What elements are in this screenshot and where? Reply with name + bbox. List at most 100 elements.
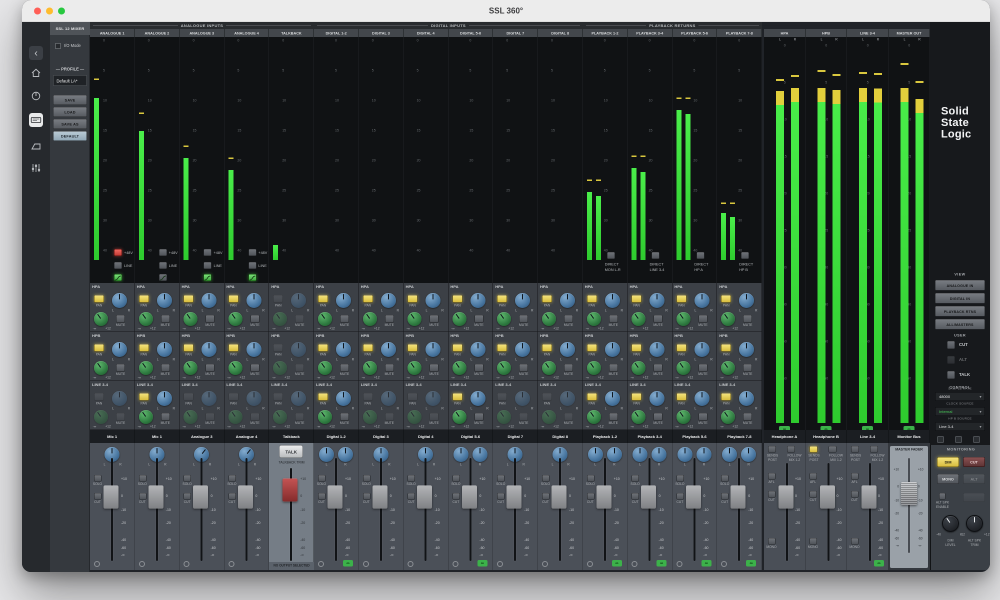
mono-button[interactable] <box>809 538 817 545</box>
line-level-button[interactable] <box>158 262 167 269</box>
mute-button[interactable] <box>384 315 394 323</box>
line-level-button[interactable] <box>203 262 212 269</box>
fader-handle[interactable] <box>596 485 612 509</box>
monitor-cut-button[interactable]: CUT <box>963 457 985 467</box>
pan-knob[interactable] <box>156 342 172 357</box>
mute-button[interactable] <box>384 413 394 421</box>
mute-button[interactable] <box>295 364 305 372</box>
pan-knob[interactable] <box>156 391 172 406</box>
home-icon[interactable] <box>29 66 43 80</box>
pan-knob[interactable] <box>470 293 486 308</box>
faders-icon[interactable] <box>29 161 43 175</box>
talk-button[interactable]: TALK <box>279 445 304 458</box>
pan-enable-button[interactable] <box>676 344 687 352</box>
stereo-link-icon[interactable]: ∞ <box>343 560 353 567</box>
level-knob[interactable] <box>228 361 243 375</box>
mute-button[interactable] <box>743 315 753 323</box>
stereo-link-icon[interactable]: ∞ <box>874 560 884 567</box>
mono-button[interactable] <box>768 538 776 545</box>
pan-knob[interactable] <box>380 293 396 308</box>
follow-mix-button[interactable] <box>787 446 795 453</box>
control-dropdown-sample-rate[interactable]: 48000 ▾ <box>935 392 985 401</box>
channel-pan-knob-right[interactable] <box>338 447 353 462</box>
pan-knob[interactable] <box>246 293 262 308</box>
fader-handle[interactable] <box>372 485 388 509</box>
dial-icon[interactable] <box>29 89 43 103</box>
pan-knob[interactable] <box>515 391 531 406</box>
phantom-power-button[interactable] <box>248 249 257 256</box>
pan-enable-button[interactable] <box>273 295 284 303</box>
mute-button[interactable] <box>340 315 349 323</box>
level-knob[interactable] <box>318 361 332 375</box>
pan-enable-button[interactable] <box>183 393 194 401</box>
level-knob[interactable] <box>452 312 467 326</box>
level-knob[interactable] <box>407 410 422 424</box>
fader-track[interactable] <box>111 458 113 561</box>
channel-options-icon[interactable] <box>676 561 683 567</box>
pan-enable-button[interactable] <box>497 344 508 352</box>
pan-knob[interactable] <box>739 342 755 357</box>
level-knob[interactable] <box>183 312 198 326</box>
level-knob[interactable] <box>273 312 288 326</box>
phantom-power-button[interactable] <box>114 249 122 256</box>
pan-knob[interactable] <box>112 293 127 308</box>
pan-knob[interactable] <box>515 293 531 308</box>
level-knob[interactable] <box>586 361 601 375</box>
cut-button[interactable] <box>851 491 859 498</box>
mono-button[interactable] <box>851 538 859 545</box>
line-level-button[interactable] <box>114 262 122 269</box>
cut-button[interactable] <box>542 493 550 500</box>
level-knob[interactable] <box>452 361 467 375</box>
pan-enable-button[interactable] <box>94 344 104 352</box>
pan-enable-button[interactable] <box>94 393 104 401</box>
pan-enable-button[interactable] <box>676 393 687 401</box>
level-knob[interactable] <box>497 361 512 375</box>
pan-knob[interactable] <box>425 391 441 406</box>
pan-knob[interactable] <box>604 391 620 406</box>
cut-button[interactable] <box>362 493 371 500</box>
mixer-keyboard-icon[interactable] <box>29 113 43 127</box>
cut-button[interactable] <box>138 493 147 500</box>
master-fader-handle[interactable] <box>901 482 917 505</box>
solo-button[interactable] <box>362 475 371 482</box>
mute-button[interactable] <box>205 413 215 421</box>
pan-enable-button[interactable] <box>452 393 463 401</box>
save-button[interactable]: SAVE <box>53 95 87 105</box>
level-knob[interactable] <box>183 361 198 375</box>
talkback-fader-handle[interactable] <box>282 478 298 502</box>
pan-knob[interactable] <box>694 293 710 308</box>
pan-enable-button[interactable] <box>586 295 597 303</box>
fader-track[interactable] <box>335 458 337 561</box>
fader-handle[interactable] <box>237 485 253 509</box>
fader-track[interactable] <box>559 458 561 561</box>
mute-button[interactable] <box>295 413 305 421</box>
cut-button[interactable] <box>586 493 595 500</box>
direct-monitor-button[interactable] <box>651 252 660 259</box>
fader-handle[interactable] <box>148 485 164 509</box>
pan-enable-button[interactable] <box>452 295 463 303</box>
mute-button[interactable] <box>116 413 125 421</box>
pan-enable-button[interactable] <box>721 393 732 401</box>
solo-button[interactable] <box>228 475 236 482</box>
fader-track[interactable] <box>469 458 472 561</box>
level-knob[interactable] <box>94 312 108 326</box>
solo-button[interactable] <box>407 475 416 482</box>
mute-button[interactable] <box>698 364 708 372</box>
panel-icon-3[interactable] <box>973 436 980 443</box>
pan-knob[interactable] <box>380 391 396 406</box>
pan-enable-button[interactable] <box>407 393 418 401</box>
mute-button[interactable] <box>519 315 529 323</box>
channel-pan-knob-right[interactable] <box>741 447 757 462</box>
level-knob[interactable] <box>676 410 691 424</box>
cut-button[interactable] <box>768 491 776 498</box>
pan-enable-button[interactable] <box>273 393 284 401</box>
pan-knob[interactable] <box>246 342 262 357</box>
stereo-link-icon[interactable]: ∞ <box>656 560 667 567</box>
default-button[interactable]: DEFAULT <box>53 131 87 141</box>
phantom-power-button[interactable] <box>203 249 212 256</box>
stereo-link-icon[interactable]: ∞ <box>611 560 622 567</box>
pan-enable-button[interactable] <box>497 393 508 401</box>
pan-enable-button[interactable] <box>318 344 328 352</box>
level-knob[interactable] <box>273 410 288 424</box>
pan-knob[interactable] <box>291 293 307 308</box>
